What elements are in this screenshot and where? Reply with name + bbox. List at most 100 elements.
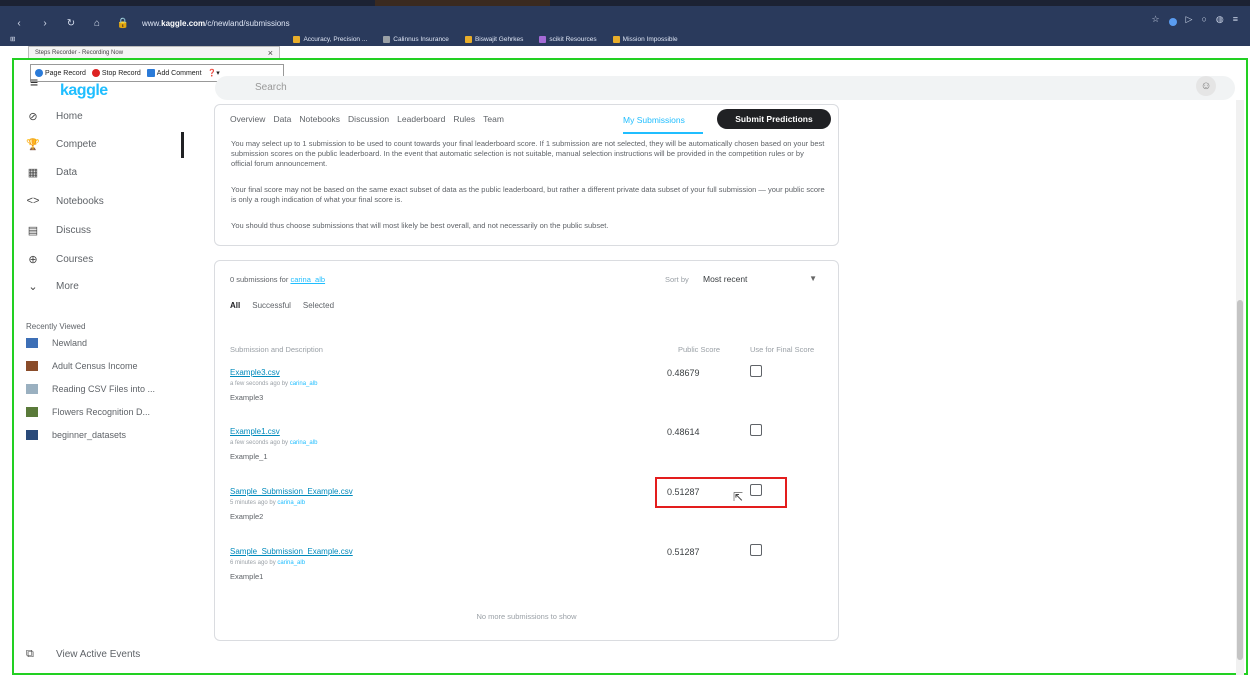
bookmark-icon bbox=[464, 35, 472, 43]
bookmark-item[interactable]: Calinnus Insurance bbox=[383, 35, 449, 43]
discuss-icon: ▤ bbox=[27, 225, 39, 237]
browser-chrome: ‹ › ↻ ⌂ 🔒 www.kaggle.com/c/newland/submi… bbox=[0, 0, 1250, 46]
active-tab-underline bbox=[623, 132, 703, 134]
submission-file-link[interactable]: Sample_Submission_Example.csv bbox=[230, 487, 353, 496]
sidebar-item-label: Courses bbox=[56, 254, 94, 265]
dataset-thumbnail bbox=[26, 361, 38, 371]
search-input[interactable]: Search bbox=[215, 76, 1235, 100]
submission-file-link[interactable]: Example1.csv bbox=[230, 427, 280, 436]
submission-time: 6 minutes ago by bbox=[230, 560, 278, 566]
circle-icon[interactable]: ○ bbox=[1201, 14, 1206, 26]
table-row: Example3.csv a few seconds ago by carina_… bbox=[230, 365, 825, 424]
apps-icon[interactable]: ⊞ bbox=[10, 35, 15, 43]
final-score-checkbox[interactable] bbox=[750, 544, 762, 556]
bookmark-star-icon[interactable]: ☆ bbox=[1151, 14, 1159, 26]
tab-rules[interactable]: Rules bbox=[453, 114, 475, 124]
sidebar-item-label: Data bbox=[56, 167, 78, 178]
tab-leaderboard[interactable]: Leaderboard bbox=[397, 114, 445, 124]
table-row: Sample_Submission_Example.csv 6 minutes a… bbox=[230, 544, 825, 603]
dataset-thumbnail bbox=[26, 430, 38, 440]
active-tab[interactable] bbox=[375, 0, 550, 6]
submit-predictions-button[interactable]: Submit Predictions bbox=[717, 109, 831, 129]
tab-notebooks[interactable]: Notebooks bbox=[299, 114, 340, 124]
user-link[interactable]: carina_alb bbox=[290, 275, 325, 284]
bookmark-item[interactable]: Accuracy, Precision ... bbox=[293, 35, 367, 43]
recent-item[interactable]: Newland bbox=[26, 338, 87, 348]
play-icon[interactable]: ▷ bbox=[1186, 14, 1193, 26]
hamburger-icon[interactable]: ≡ bbox=[30, 74, 38, 90]
menu-icon[interactable]: ≡ bbox=[1233, 14, 1238, 26]
logo[interactable]: kaggle bbox=[60, 82, 108, 100]
submission-meta: a few seconds ago by carina_alb bbox=[230, 440, 317, 446]
bookmark-item[interactable]: Biswajit Gehrkes bbox=[464, 35, 523, 43]
sidebar-item-data[interactable]: ▦ Data bbox=[26, 166, 77, 179]
filter-tab-all[interactable]: All bbox=[230, 301, 240, 310]
sort-label: Sort by bbox=[665, 275, 689, 284]
tab-my-submissions[interactable]: My Submissions bbox=[623, 115, 685, 125]
scrollbar-thumb[interactable] bbox=[1237, 300, 1243, 660]
extension-icon[interactable] bbox=[1168, 18, 1177, 26]
submission-time: a few seconds ago by bbox=[230, 381, 290, 387]
avatar[interactable]: ☺ bbox=[1196, 76, 1216, 96]
address-bar[interactable]: www.kaggle.com/c/newland/submissions bbox=[142, 19, 290, 28]
info-paragraph: You should thus choose submissions that … bbox=[231, 221, 609, 230]
final-score-checkbox[interactable] bbox=[750, 365, 762, 377]
forward-icon[interactable]: › bbox=[38, 18, 52, 29]
bookmark-item[interactable]: scikit Resources bbox=[539, 35, 597, 43]
sidebar-item-label: More bbox=[56, 281, 79, 292]
profile-icon[interactable]: ◍ bbox=[1216, 14, 1224, 26]
bookmark-icon bbox=[293, 35, 301, 43]
user-link[interactable]: carina_alb bbox=[290, 381, 318, 387]
notebooks-icon: <> bbox=[26, 195, 40, 207]
recent-item[interactable]: Adult Census Income bbox=[26, 361, 138, 371]
nav-bar: ‹ › ↻ ⌂ 🔒 www.kaggle.com/c/newland/submi… bbox=[0, 14, 1250, 32]
close-icon[interactable]: × bbox=[268, 48, 273, 58]
table-header: Submission and Description Public Score … bbox=[230, 345, 825, 354]
recent-item[interactable]: Reading CSV Files into ... bbox=[26, 384, 155, 394]
recent-item-label: Flowers Recognition D... bbox=[52, 407, 151, 417]
bookmark-label: Mission Impossible bbox=[622, 35, 678, 43]
filter-tab-selected[interactable]: Selected bbox=[303, 301, 334, 310]
tab-overview[interactable]: Overview bbox=[230, 114, 265, 124]
submission-file-link[interactable]: Example3.csv bbox=[230, 368, 280, 377]
recent-item[interactable]: beginner_datasets bbox=[26, 430, 126, 440]
submission-file-link[interactable]: Sample_Submission_Example.csv bbox=[230, 547, 353, 556]
reload-icon[interactable]: ↻ bbox=[64, 18, 78, 29]
bookmark-icon bbox=[383, 35, 391, 43]
filter-tab-successful[interactable]: Successful bbox=[252, 301, 291, 310]
back-icon[interactable]: ‹ bbox=[12, 18, 26, 29]
user-link[interactable]: carina_alb bbox=[277, 500, 305, 506]
home-icon[interactable]: ⌂ bbox=[90, 18, 104, 29]
recent-item[interactable]: Flowers Recognition D... bbox=[26, 407, 150, 417]
table-row: Example1.csv a few seconds ago by carina_… bbox=[230, 424, 825, 483]
submission-description: Example2 bbox=[230, 512, 264, 521]
info-paragraph: Your final score may not be based on the… bbox=[231, 185, 825, 204]
public-score: 0.51287 bbox=[667, 547, 700, 557]
sidebar-item-more[interactable]: ⌄ More bbox=[26, 280, 79, 293]
sidebar-item-compete[interactable]: 🏆 Compete bbox=[26, 138, 96, 151]
submission-meta: 5 minutes ago by carina_alb bbox=[230, 500, 305, 506]
final-score-checkbox[interactable] bbox=[750, 424, 762, 436]
sidebar-item-home[interactable]: ⊘ Home bbox=[26, 110, 82, 123]
user-link[interactable]: carina_alb bbox=[277, 560, 305, 566]
no-more-message: No more submissions to show bbox=[476, 612, 577, 621]
competition-tabs: Overview Data Notebooks Discussion Leaderboa… bbox=[215, 105, 838, 134]
tab-team[interactable]: Team bbox=[483, 114, 504, 124]
view-active-events[interactable]: ⧉ View Active Events bbox=[26, 648, 140, 661]
bookmark-item[interactable]: Mission Impossible bbox=[612, 35, 678, 43]
recent-item-label: Adult Census Income bbox=[52, 361, 138, 371]
data-icon: ▦ bbox=[27, 167, 39, 179]
col-public-score: Public Score bbox=[678, 345, 721, 354]
sidebar-item-notebooks[interactable]: <> Notebooks bbox=[26, 195, 104, 207]
submissions-panel: 0 submissions for carina_alb Sort by Mos… bbox=[214, 260, 839, 641]
bookmark-icon bbox=[539, 35, 547, 43]
submission-meta: a few seconds ago by carina_alb bbox=[230, 381, 317, 387]
sidebar-item-discuss[interactable]: ▤ Discuss bbox=[26, 224, 91, 237]
tab-discussion[interactable]: Discussion bbox=[348, 114, 389, 124]
highlight-box bbox=[655, 477, 787, 508]
bookmarks-bar: ⊞ Accuracy, Precision ... Calinnus Insuran… bbox=[0, 32, 1250, 46]
tab-data[interactable]: Data bbox=[273, 114, 291, 124]
user-link[interactable]: carina_alb bbox=[290, 440, 318, 446]
sort-select[interactable]: Most recent ▼ bbox=[699, 271, 829, 287]
sidebar-item-courses[interactable]: ⊕ Courses bbox=[26, 253, 93, 266]
